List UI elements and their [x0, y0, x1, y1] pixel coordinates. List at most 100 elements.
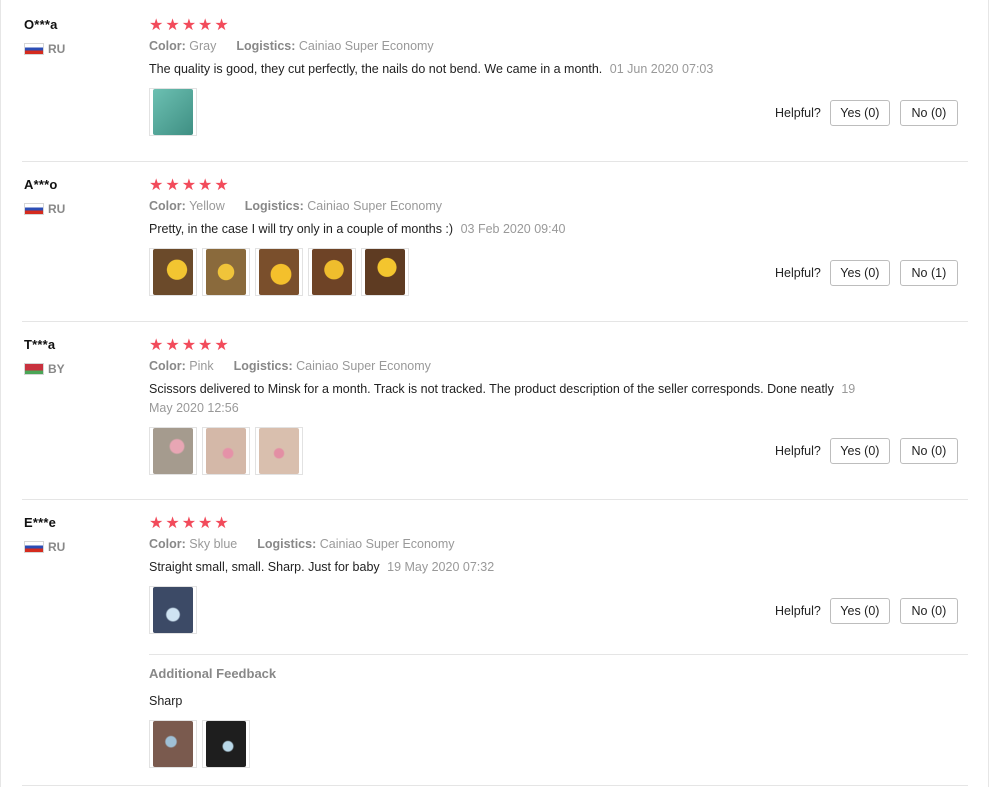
helpful-no-button[interactable]: No (0): [899, 100, 958, 126]
logistics-label: Logistics:: [257, 537, 317, 551]
helpful-controls: Helpful? Yes (0) No (0): [775, 100, 958, 126]
review-text: Straight small, small. Sharp. Just for b…: [149, 558, 889, 577]
review-photo-thumbnail[interactable]: [361, 248, 409, 296]
review-photos: [149, 427, 861, 475]
review-photo-thumbnail[interactable]: [149, 427, 197, 475]
star-icon: ★: [181, 514, 197, 532]
star-icon: ★: [198, 176, 213, 194]
star-icon: ★: [149, 336, 164, 354]
star-icon: ★: [198, 514, 213, 532]
review-text: Scissors delivered to Minsk for a month.…: [149, 380, 861, 418]
review-date: 03 Feb 2020 09:40: [460, 222, 566, 236]
reviewer-country: RU: [24, 540, 65, 554]
review-photo: [153, 89, 193, 135]
review-photo-thumbnail[interactable]: [149, 248, 197, 296]
logistics-value: Cainiao Super Economy: [307, 199, 443, 213]
additional-feedback-title: Additional Feedback: [149, 666, 277, 681]
color-value: Gray: [189, 39, 217, 53]
review-item: T***a BY ★ ★ ★ ★ ★ Color: Pink Logistics…: [0, 320, 968, 500]
review-photo: [206, 428, 246, 474]
country-code: BY: [48, 362, 65, 376]
star-icon: ★: [149, 514, 164, 532]
helpful-label: Helpful?: [775, 604, 821, 618]
reviewer-country: RU: [24, 42, 65, 56]
review-photo-thumbnail[interactable]: [202, 720, 250, 768]
review-body: The quality is good, they cut perfectly,…: [149, 62, 603, 76]
country-code: RU: [48, 202, 66, 216]
additional-feedback-photos: [149, 720, 250, 768]
review-photo: [206, 249, 246, 295]
review-photo: [153, 587, 193, 633]
star-icon: ★: [149, 176, 164, 194]
star-icon: ★: [165, 16, 180, 34]
review-photo: [365, 249, 405, 295]
color-label: Color:: [149, 359, 186, 373]
review-photo: [259, 428, 299, 474]
reviewer-info: O***a RU: [24, 17, 65, 56]
review-attributes: Color: Yellow Logistics: Cainiao Super E…: [149, 199, 889, 213]
review-item: O***a RU ★ ★ ★ ★ ★ Color: Gray Logistics…: [0, 0, 968, 162]
logistics-label: Logistics:: [236, 39, 296, 53]
logistics-label: Logistics:: [244, 199, 304, 213]
color-value: Yellow: [189, 199, 225, 213]
flag-icon: [24, 541, 44, 553]
reviews-page: O***a RU ★ ★ ★ ★ ★ Color: Gray Logistics…: [0, 0, 991, 787]
review-photo-thumbnail[interactable]: [202, 427, 250, 475]
helpful-label: Helpful?: [775, 106, 821, 120]
review-photo-thumbnail[interactable]: [255, 427, 303, 475]
star-icon: ★: [165, 514, 180, 532]
review-item: A***o RU ★ ★ ★ ★ ★ Color: Yellow Logisti…: [0, 160, 968, 322]
review-text: The quality is good, they cut perfectly,…: [149, 60, 889, 79]
helpful-controls: Helpful? Yes (0) No (0): [775, 438, 958, 464]
review-body: Scissors delivered to Minsk for a month.…: [149, 382, 834, 396]
helpful-yes-button[interactable]: Yes (0): [829, 260, 890, 286]
review-photo: [206, 721, 246, 767]
review-attributes: Color: Gray Logistics: Cainiao Super Eco…: [149, 39, 889, 53]
rating-stars: ★ ★ ★ ★ ★: [149, 177, 889, 194]
review-photo-thumbnail[interactable]: [202, 248, 250, 296]
reviewer-info: E***e RU: [24, 515, 65, 554]
review-text: Pretty, in the case I will try only in a…: [149, 220, 889, 239]
star-icon: ★: [181, 176, 197, 194]
helpful-no-button[interactable]: No (0): [899, 598, 958, 624]
star-icon: ★: [149, 16, 164, 34]
helpful-yes-button[interactable]: Yes (0): [829, 598, 890, 624]
star-icon: ★: [214, 336, 229, 354]
helpful-no-button[interactable]: No (0): [899, 438, 958, 464]
star-icon: ★: [181, 336, 197, 354]
additional-feedback-divider: [149, 654, 968, 655]
reviewer-name: T***a: [24, 337, 56, 352]
star-icon: ★: [181, 16, 197, 34]
review-photo: [153, 721, 193, 767]
review-photo: [259, 249, 299, 295]
review-divider: [22, 785, 968, 786]
rating-stars: ★ ★ ★ ★ ★: [149, 17, 889, 34]
flag-icon: [24, 203, 44, 215]
helpful-controls: Helpful? Yes (0) No (1): [775, 260, 958, 286]
review-photo-thumbnail[interactable]: [149, 720, 197, 768]
review-photo-thumbnail[interactable]: [149, 586, 197, 634]
review-photo-thumbnail[interactable]: [308, 248, 356, 296]
reviewer-name: O***a: [24, 17, 58, 32]
additional-feedback-text: Sharp: [149, 694, 183, 708]
review-photo: [312, 249, 352, 295]
country-code: RU: [48, 42, 66, 56]
review-content: ★ ★ ★ ★ ★ Color: Pink Logistics: Cainiao…: [149, 337, 861, 475]
helpful-no-button[interactable]: No (1): [899, 260, 958, 286]
helpful-controls: Helpful? Yes (0) No (0): [775, 598, 958, 624]
color-label: Color:: [149, 537, 186, 551]
logistics-value: Cainiao Super Economy: [319, 537, 455, 551]
reviewer-country: BY: [24, 362, 65, 376]
review-photo-thumbnail[interactable]: [149, 88, 197, 136]
helpful-yes-button[interactable]: Yes (0): [829, 438, 890, 464]
star-icon: ★: [165, 336, 180, 354]
reviewer-name: E***e: [24, 515, 57, 530]
logistics-value: Cainiao Super Economy: [296, 359, 431, 373]
color-label: Color:: [149, 199, 186, 213]
logistics-value: Cainiao Super Economy: [298, 39, 434, 53]
flag-icon: [24, 363, 44, 375]
helpful-yes-button[interactable]: Yes (0): [829, 100, 890, 126]
reviewer-country: RU: [24, 202, 65, 216]
star-icon: ★: [214, 514, 229, 532]
review-photo-thumbnail[interactable]: [255, 248, 303, 296]
